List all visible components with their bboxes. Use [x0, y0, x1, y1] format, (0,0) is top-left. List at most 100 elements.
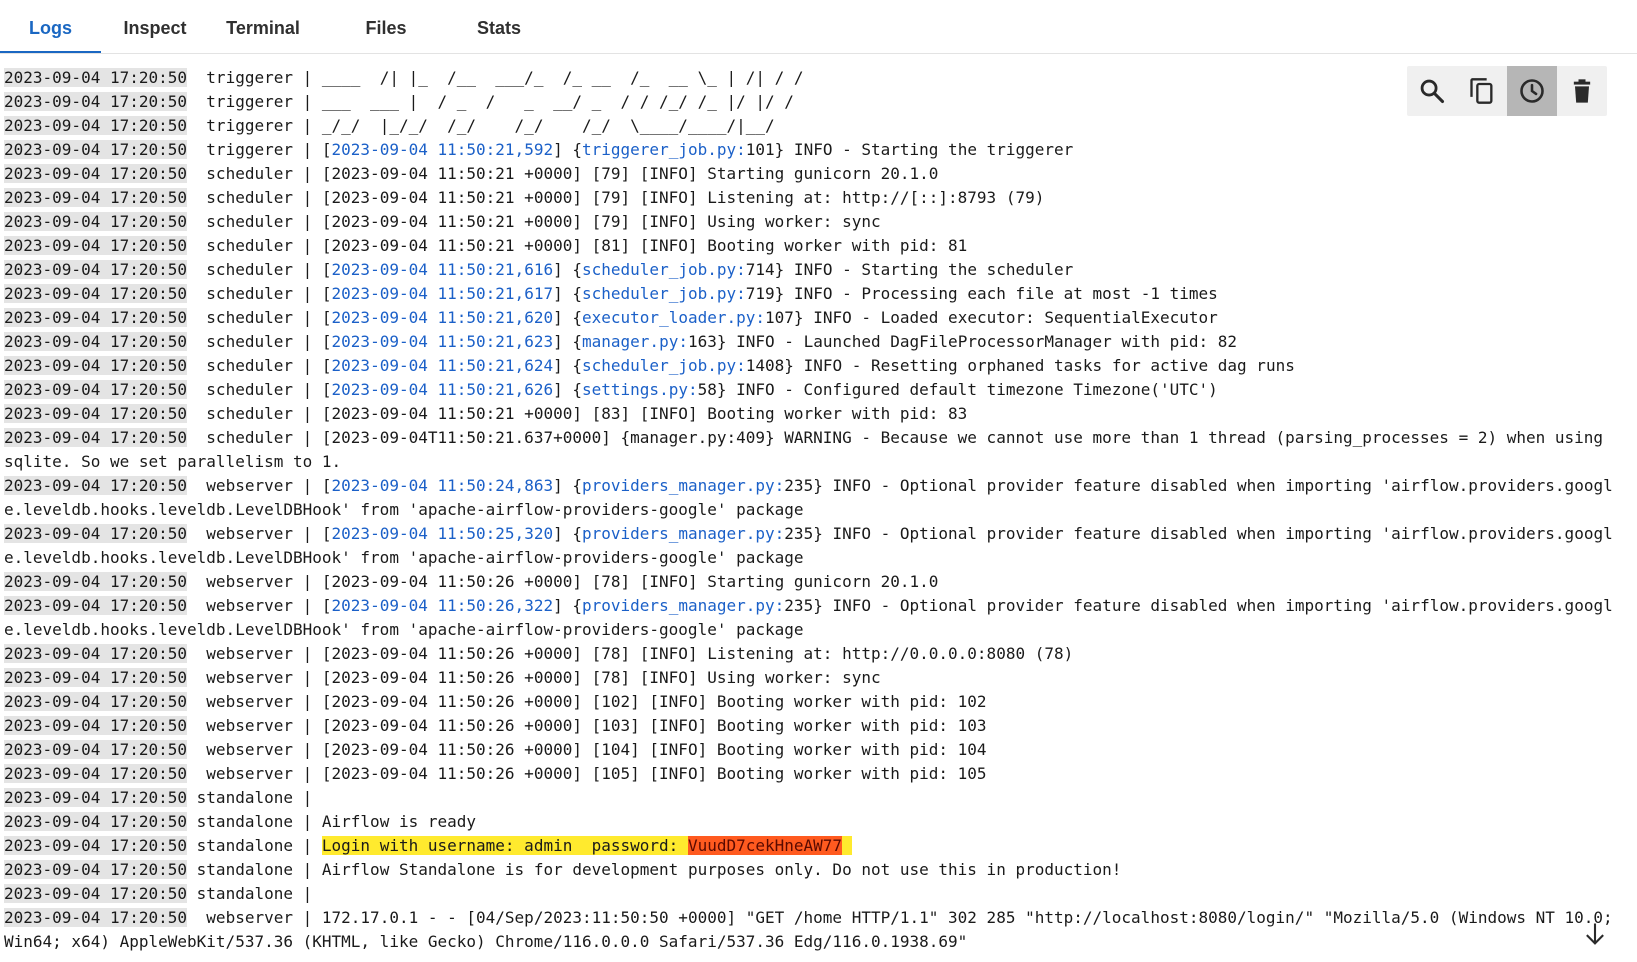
log-text-segment: triggerer | _/_/ |_/_/ /_/ /_/ /_/ \____…	[187, 116, 775, 135]
log-output: 2023-09-04 17:20:50 triggerer | ____ /| …	[0, 66, 1618, 954]
log-timestamp: 2023-09-04 17:20:50	[4, 380, 188, 399]
log-text-segment: ] {	[553, 524, 582, 543]
log-text-segment: webserver | [	[187, 524, 332, 543]
log-text-segment: ] {	[553, 596, 582, 615]
log-line: 2023-09-04 17:20:50 scheduler | [2023-09…	[4, 284, 1218, 303]
clear-logs-button[interactable]	[1557, 66, 1607, 116]
log-text-segment: scheduler | [	[187, 284, 332, 303]
log-text-segment: scheduler | [2023-09-04 11:50:21 +0000] …	[187, 164, 939, 183]
log-link-text: 2023-09-04 11:50:21,623	[331, 332, 554, 351]
log-timestamp: 2023-09-04 17:20:50	[4, 308, 188, 327]
log-timestamp: 2023-09-04 17:20:50	[4, 284, 188, 303]
log-link-text: manager.py:	[582, 332, 688, 351]
log-text-segment: ] {	[553, 284, 582, 303]
clock-icon	[1520, 79, 1544, 103]
log-timestamp: 2023-09-04 17:20:50	[4, 692, 188, 711]
log-text-segment: standalone | Airflow Standalone is for d…	[187, 860, 1122, 879]
log-text-segment: triggerer | [	[187, 140, 332, 159]
tab-files[interactable]: Files	[336, 0, 436, 53]
log-text-segment: webserver | 172.17.0.1 - - [04/Sep/2023:…	[4, 908, 1623, 951]
log-line: 2023-09-04 17:20:50 webserver | [2023-09…	[4, 764, 987, 783]
tab-logs[interactable]: Logs	[0, 0, 101, 53]
log-text-segment: webserver | [2023-09-04 11:50:26 +0000] …	[187, 716, 987, 735]
log-link-text: 2023-09-04 11:50:25,320	[331, 524, 554, 543]
search-icon	[1420, 79, 1445, 104]
log-text-segment: ] {	[553, 140, 582, 159]
tab-stats[interactable]: Stats	[449, 0, 549, 53]
log-timestamp: 2023-09-04 17:20:50	[4, 836, 188, 855]
log-viewer[interactable]: 2023-09-04 17:20:50 triggerer | ____ /| …	[0, 66, 1637, 962]
log-text-segment: 101} INFO - Starting the triggerer	[745, 140, 1074, 159]
log-text-segment: triggerer | ____ /| |_ /__ ___/_ /_ __ /…	[187, 68, 804, 87]
log-line: 2023-09-04 17:20:50 scheduler | [2023-09…	[4, 308, 1218, 327]
log-text-segment: webserver | [2023-09-04 11:50:26 +0000] …	[187, 740, 987, 759]
log-timestamp: 2023-09-04 17:20:50	[4, 68, 188, 87]
log-text-segment: webserver | [2023-09-04 11:50:26 +0000] …	[187, 572, 939, 591]
trash-icon	[1573, 79, 1591, 103]
log-timestamp: 2023-09-04 17:20:50	[4, 356, 188, 375]
log-line: 2023-09-04 17:20:50 webserver | [2023-09…	[4, 740, 987, 759]
log-text-segment: scheduler | [	[187, 356, 332, 375]
log-link-text: 2023-09-04 11:50:21,624	[331, 356, 554, 375]
log-text-segment: scheduler | [2023-09-04T11:50:21.637+000…	[4, 428, 1613, 471]
log-line: 2023-09-04 17:20:50 webserver | [2023-09…	[4, 524, 1613, 567]
log-timestamp: 2023-09-04 17:20:50	[4, 668, 188, 687]
log-link-text: 2023-09-04 11:50:21,616	[331, 260, 554, 279]
log-text-segment: scheduler | [	[187, 308, 332, 327]
log-timestamp: 2023-09-04 17:20:50	[4, 332, 188, 351]
tab-bar: Logs Inspect Terminal Files Stats	[0, 0, 1637, 54]
log-link-text: 2023-09-04 11:50:21,617	[331, 284, 554, 303]
log-timestamp: 2023-09-04 17:20:50	[4, 92, 188, 111]
log-line: 2023-09-04 17:20:50 scheduler | [2023-09…	[4, 356, 1295, 375]
log-line: 2023-09-04 17:20:50 scheduler | [2023-09…	[4, 236, 967, 255]
log-text-segment: 714} INFO - Starting the scheduler	[745, 260, 1074, 279]
log-timestamp: 2023-09-04 17:20:50	[4, 524, 188, 543]
log-timestamp: 2023-09-04 17:20:50	[4, 764, 188, 783]
copy-button[interactable]	[1457, 66, 1507, 116]
log-timestamp: 2023-09-04 17:20:50	[4, 572, 188, 591]
log-line: 2023-09-04 17:20:50 scheduler | [2023-09…	[4, 428, 1613, 471]
scroll-to-bottom-button[interactable]	[1578, 917, 1612, 951]
log-line: 2023-09-04 17:20:50 scheduler | [2023-09…	[4, 260, 1073, 279]
log-line: 2023-09-04 17:20:50 triggerer | ____ /| …	[4, 68, 804, 87]
log-line: 2023-09-04 17:20:50 scheduler | [2023-09…	[4, 380, 1218, 399]
log-text-segment: webserver | [2023-09-04 11:50:26 +0000] …	[187, 764, 987, 783]
log-timestamp: 2023-09-04 17:20:50	[4, 884, 188, 903]
log-line: 2023-09-04 17:20:50 scheduler | [2023-09…	[4, 188, 1044, 207]
timestamps-toggle-button[interactable]	[1507, 66, 1557, 116]
log-text-segment: scheduler | [2023-09-04 11:50:21 +0000] …	[187, 188, 1045, 207]
log-timestamp: 2023-09-04 17:20:50	[4, 812, 188, 831]
log-text-segment: webserver | [2023-09-04 11:50:26 +0000] …	[187, 668, 881, 687]
log-link-text: settings.py:	[582, 380, 698, 399]
log-line: 2023-09-04 17:20:50 scheduler | [2023-09…	[4, 212, 881, 231]
log-line: 2023-09-04 17:20:50 webserver | [2023-09…	[4, 716, 987, 735]
log-link-text: 2023-09-04 11:50:21,620	[331, 308, 554, 327]
tab-terminal[interactable]: Terminal	[212, 0, 314, 53]
log-text-segment: scheduler | [2023-09-04 11:50:21 +0000] …	[187, 404, 968, 423]
tab-inspect[interactable]: Inspect	[105, 0, 205, 53]
log-link-text: providers_manager.py:	[582, 596, 785, 615]
log-timestamp: 2023-09-04 17:20:50	[4, 260, 188, 279]
log-text-segment: webserver | [	[187, 596, 332, 615]
log-timestamp: 2023-09-04 17:20:50	[4, 476, 188, 495]
log-link-text: triggerer_job.py:	[582, 140, 746, 159]
log-line: 2023-09-04 17:20:50 webserver | 172.17.0…	[4, 908, 1622, 951]
log-text-segment: 58} INFO - Configured default timezone T…	[697, 380, 1218, 399]
log-text-segment: scheduler | [2023-09-04 11:50:21 +0000] …	[187, 212, 881, 231]
log-text-segment: 719} INFO - Processing each file at most…	[745, 284, 1218, 303]
log-link-text: providers_manager.py:	[582, 524, 785, 543]
log-link-text: 2023-09-04 11:50:21,592	[331, 140, 554, 159]
log-timestamp: 2023-09-04 17:20:50	[4, 212, 188, 231]
copy-icon	[1470, 78, 1493, 104]
log-text-segment: 107} INFO - Loaded executor: SequentialE…	[765, 308, 1218, 327]
log-timestamp: 2023-09-04 17:20:50	[4, 236, 188, 255]
log-timestamp: 2023-09-04 17:20:50	[4, 188, 188, 207]
log-timestamp: 2023-09-04 17:20:50	[4, 428, 188, 447]
log-toolbar	[1407, 66, 1607, 116]
log-text-segment: webserver | [2023-09-04 11:50:26 +0000] …	[187, 692, 987, 711]
log-timestamp: 2023-09-04 17:20:50	[4, 116, 188, 135]
search-button[interactable]	[1407, 66, 1457, 116]
log-line: 2023-09-04 17:20:50 standalone | Login w…	[4, 836, 852, 855]
log-text-segment: 1408} INFO - Resetting orphaned tasks fo…	[745, 356, 1295, 375]
log-link-text: 2023-09-04 11:50:21,626	[331, 380, 554, 399]
